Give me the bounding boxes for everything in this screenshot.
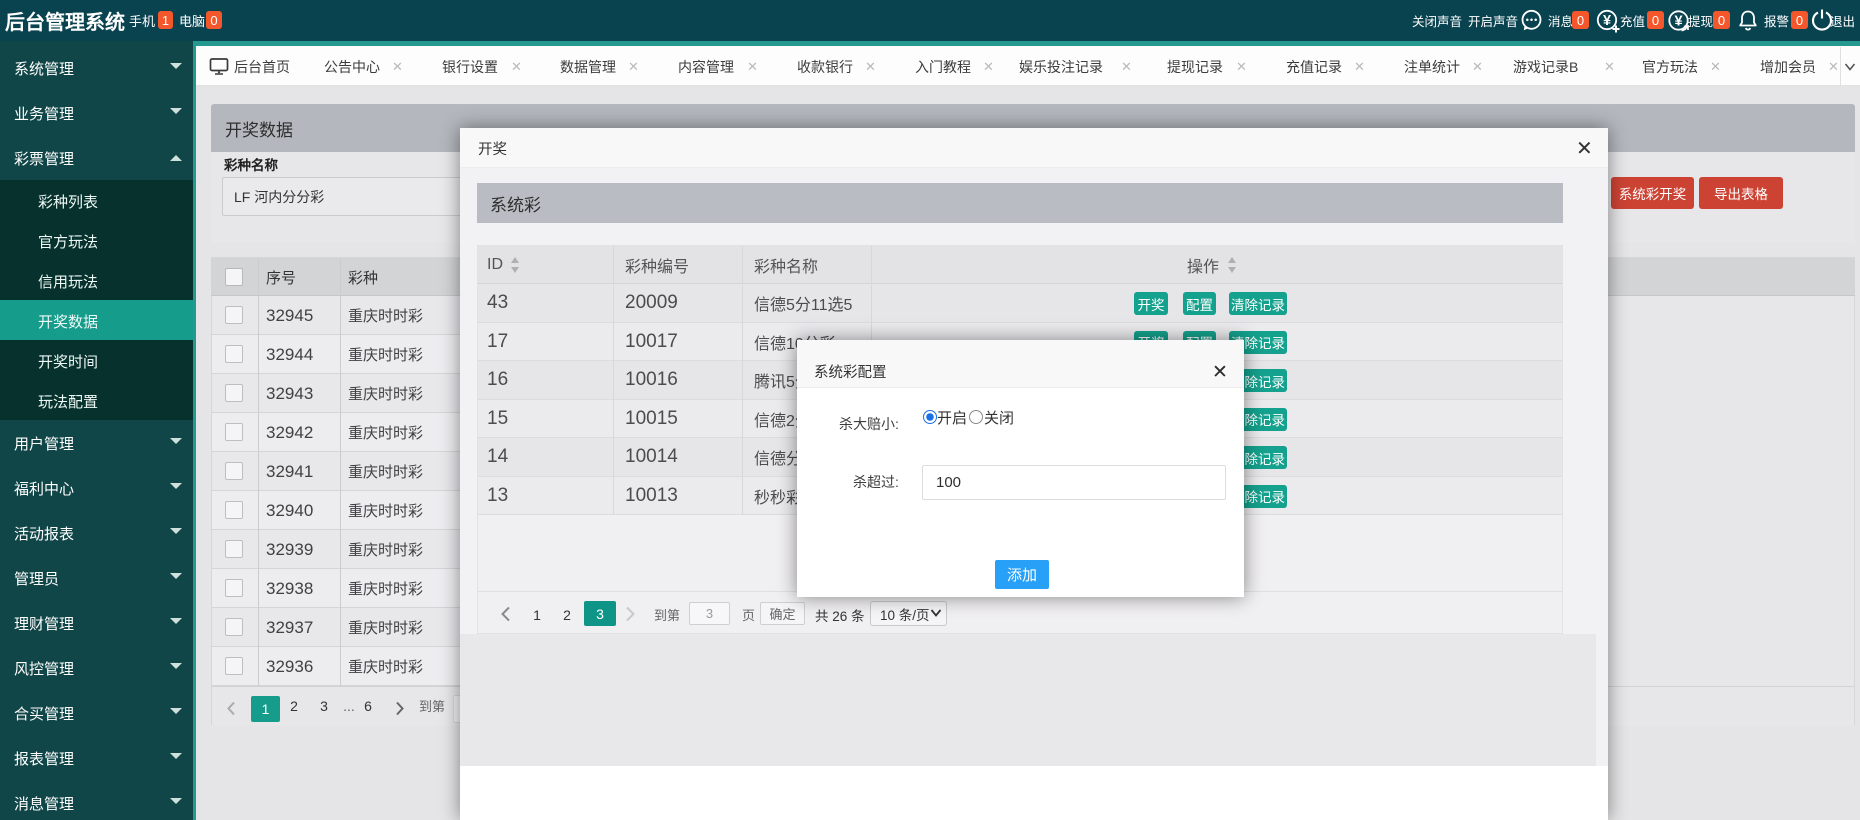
- svg-text:¥: ¥: [1603, 13, 1611, 29]
- svg-text:¥: ¥: [1674, 14, 1682, 30]
